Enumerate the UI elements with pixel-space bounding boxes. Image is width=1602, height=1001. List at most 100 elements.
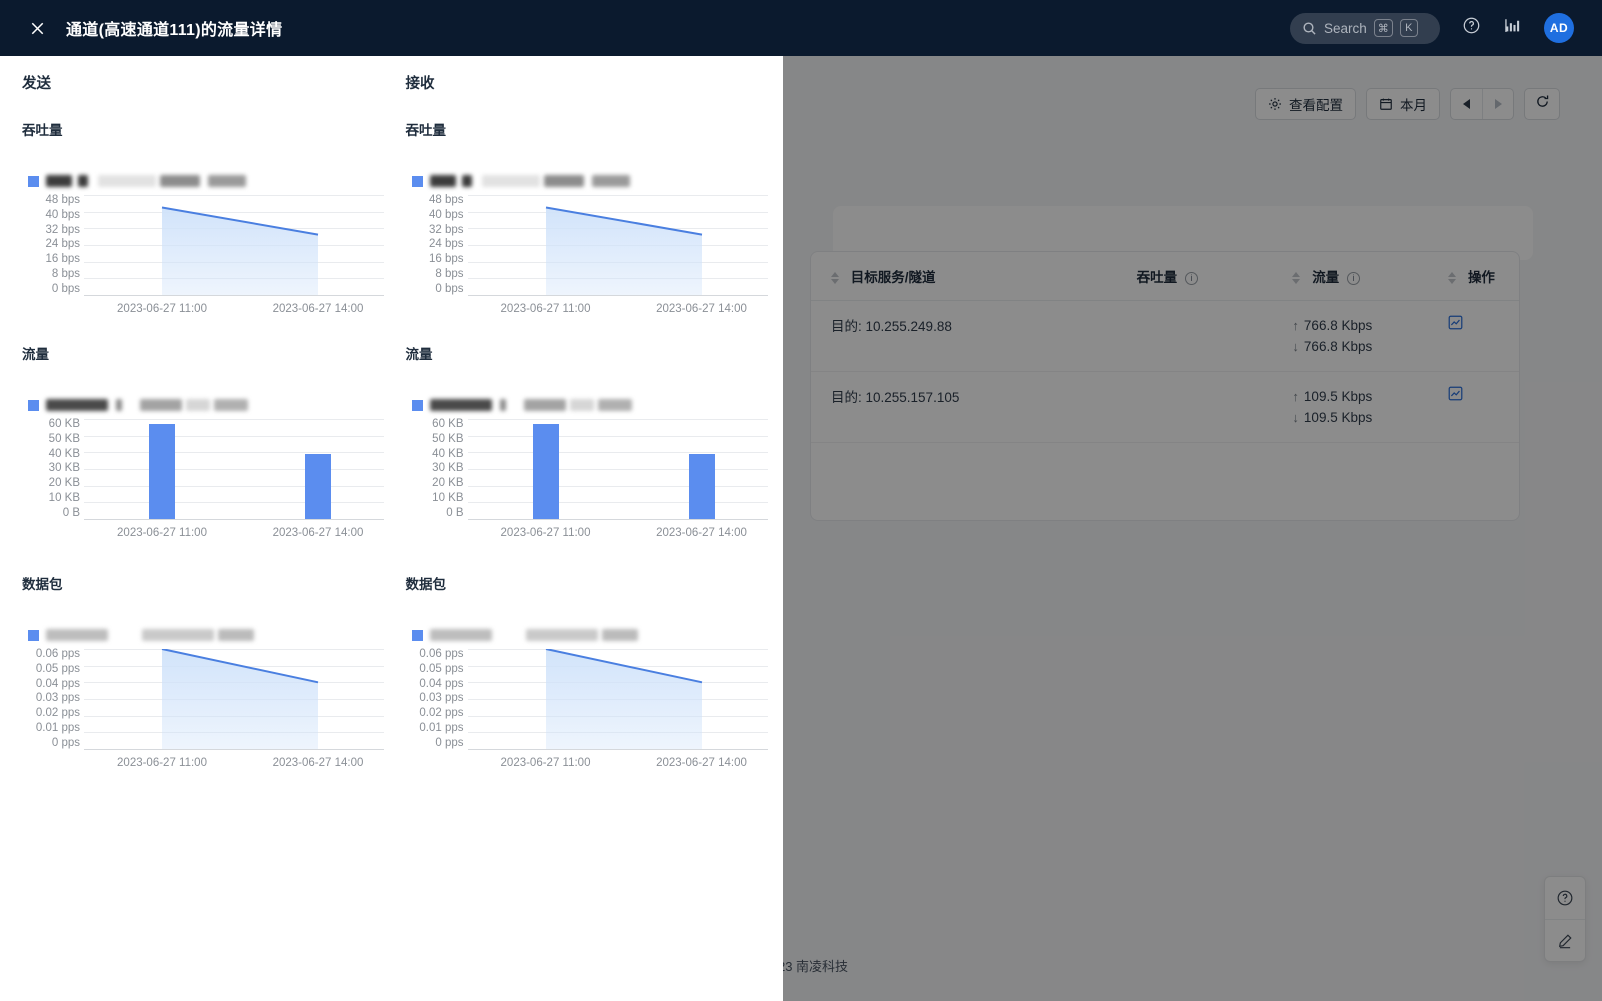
y-tick-label: 30 KB bbox=[432, 462, 464, 475]
chart-series bbox=[149, 424, 331, 519]
legend-color-swatch bbox=[28, 399, 39, 411]
y-axis-labels: 60 KB 50 KB 40 KB 30 KB 20 KB 10 KB 0 B bbox=[22, 418, 80, 519]
bar bbox=[688, 454, 715, 519]
bar bbox=[305, 454, 331, 519]
chart-legend[interactable] bbox=[411, 627, 784, 643]
y-tick-label: 0.03 pps bbox=[419, 692, 464, 705]
area-fill bbox=[545, 649, 702, 749]
y-axis-labels: 48 bps 40 bps 32 bps 24 bps 16 bps 8 bps 0 bps bbox=[406, 194, 464, 295]
y-tick-label: 48 bps bbox=[428, 194, 464, 206]
y-tick-label: 60 KB bbox=[48, 418, 80, 430]
chart-legend[interactable] bbox=[28, 627, 392, 643]
legend-label-redacted bbox=[429, 175, 630, 187]
metric-title-traffic: 流量 bbox=[405, 347, 433, 362]
y-tick-label: 0.02 pps bbox=[419, 707, 464, 719]
x-tick-label: 2023-06-27 14:00 bbox=[656, 303, 747, 315]
direction-title: 发送 bbox=[22, 76, 51, 92]
y-tick-label: 24 bps bbox=[45, 238, 80, 251]
y-tick-label: 50 KB bbox=[432, 432, 464, 445]
y-tick-label: 10 KB bbox=[432, 491, 464, 504]
close-icon bbox=[31, 22, 43, 34]
chart-receive-throughput[interactable]: 48 bps 40 bps 32 bps 24 bps 16 bps 8 bps 0 bps… bbox=[406, 194, 768, 321]
help-button[interactable] bbox=[1462, 16, 1481, 40]
x-tick-label: 2023-06-27 11:00 bbox=[117, 527, 207, 539]
y-tick-label: 0.01 pps bbox=[35, 721, 80, 734]
x-tick-label: 2023-06-27 11:00 bbox=[117, 303, 207, 315]
legend-label-redacted bbox=[429, 629, 638, 641]
chart-series bbox=[532, 424, 715, 519]
metric-title-throughput: 吞吐量 bbox=[405, 123, 447, 138]
panel-column-send: 发送 吞吐量 48 bps 40 bps 32 bps 24 bps 16 bps 8 bps… bbox=[0, 56, 392, 775]
metric-title-packets: 数据包 bbox=[405, 577, 447, 592]
chart-series bbox=[545, 206, 702, 295]
y-tick-label: 0.01 pps bbox=[419, 721, 464, 734]
chart-legend[interactable] bbox=[28, 397, 392, 413]
y-tick-label: 20 KB bbox=[432, 477, 464, 489]
chart-legend[interactable] bbox=[411, 173, 784, 189]
x-tick-label: 2023-06-27 14:00 bbox=[656, 527, 747, 539]
search-icon bbox=[1303, 21, 1316, 35]
search-placeholder: Search bbox=[1324, 20, 1367, 36]
x-tick-label: 2023-06-27 11:00 bbox=[117, 757, 207, 769]
chart-series bbox=[161, 649, 319, 749]
metric-title-packets: 数据包 bbox=[22, 577, 63, 592]
legend-color-swatch bbox=[411, 629, 423, 641]
stats-button[interactable] bbox=[1503, 16, 1522, 40]
page-title: 通道(高速通道111)的流量详情 bbox=[66, 22, 283, 39]
chart-legend[interactable] bbox=[411, 397, 784, 413]
chart-send-traffic[interactable]: 60 KB 50 KB 40 KB 30 KB 20 KB 10 KB 0 B 2023-06… bbox=[22, 418, 384, 545]
header-left-group: 通道(高速通道111)的流量详情 bbox=[0, 16, 282, 40]
x-tick-label: 2023-06-27 11:00 bbox=[500, 303, 591, 315]
bar-chart-icon bbox=[1505, 19, 1520, 32]
y-tick-label: 40 bps bbox=[45, 208, 80, 221]
y-tick-label: 10 KB bbox=[48, 491, 80, 504]
y-tick-label: 50 KB bbox=[48, 432, 80, 445]
y-tick-label: 0 B bbox=[446, 506, 464, 519]
x-tick-label: 2023-06-27 11:00 bbox=[500, 527, 591, 539]
bar bbox=[149, 424, 175, 519]
chart-legend[interactable] bbox=[28, 173, 392, 189]
shortcut-k-key: K bbox=[1399, 19, 1418, 37]
chart-receive-traffic[interactable]: 60 KB 50 KB 40 KB 30 KB 20 KB 10 KB 0 B 2023-06… bbox=[406, 418, 768, 545]
y-tick-label: 0.03 pps bbox=[35, 692, 80, 705]
legend-label-redacted bbox=[46, 629, 254, 641]
y-tick-label: 30 KB bbox=[48, 462, 80, 475]
close-panel-button[interactable] bbox=[26, 17, 48, 39]
y-tick-label: 0.06 pps bbox=[35, 648, 80, 660]
y-tick-label: 0.02 pps bbox=[35, 707, 80, 719]
x-tick-label: 2023-06-27 11:00 bbox=[500, 757, 591, 769]
chart-block-packets: 数据包 0.06 pps 0.05 pps 0.04 pps 0.03 pps 0.02 … bbox=[406, 573, 784, 775]
x-tick-label: 2023-06-27 14:00 bbox=[272, 757, 364, 769]
legend-color-swatch bbox=[411, 399, 423, 411]
y-tick-label: 32 bps bbox=[428, 223, 464, 236]
avatar[interactable]: AD bbox=[1544, 13, 1574, 43]
chart-send-packets[interactable]: 0.06 pps 0.05 pps 0.04 pps 0.03 pps 0.02 pps… bbox=[22, 648, 384, 775]
y-axis-labels: 60 KB 50 KB 40 KB 30 KB 20 KB 10 KB 0 B bbox=[406, 418, 464, 519]
header-right-group: Search ⌘ K AD bbox=[1290, 12, 1602, 44]
y-tick-label: 40 KB bbox=[48, 447, 80, 460]
x-tick-label: 2023-06-27 14:00 bbox=[272, 527, 364, 539]
legend-label-redacted bbox=[46, 399, 248, 411]
chart-receive-packets[interactable]: 0.06 pps 0.05 pps 0.04 pps 0.03 pps 0.02 pps… bbox=[406, 648, 768, 775]
metric-title-traffic: 流量 bbox=[22, 347, 49, 362]
chart-series bbox=[161, 206, 319, 295]
panel-column-receive: 接收吞吐量 48 bps 40 bps 32 bps 24 bps 16 bps 8 bps… bbox=[392, 56, 784, 775]
y-tick-label: 0.05 pps bbox=[35, 662, 80, 675]
metric-title-throughput: 吞吐量 bbox=[22, 123, 63, 138]
y-tick-label: 32 bps bbox=[45, 223, 80, 236]
chart-block-throughput: 吞吐量 48 bps 40 bps 32 bps 24 bps 16 bps 8 bps 0 … bbox=[22, 119, 392, 321]
y-tick-label: 16 bps bbox=[45, 253, 80, 265]
legend-color-swatch bbox=[411, 175, 423, 187]
y-axis-labels: 48 bps 40 bps 32 bps 24 bps 16 bps 8 bps 0 bps bbox=[22, 194, 80, 295]
y-tick-label: 0 pps bbox=[435, 736, 464, 749]
direction-title: 接收 bbox=[405, 76, 435, 92]
legend-color-swatch bbox=[28, 175, 39, 187]
legend-color-swatch bbox=[28, 629, 39, 641]
chart-send-throughput[interactable]: 48 bps 40 bps 32 bps 24 bps 16 bps 8 bps 0 bps… bbox=[22, 194, 384, 321]
y-tick-label: 0.05 pps bbox=[419, 662, 464, 675]
search-input[interactable]: Search ⌘ K bbox=[1290, 12, 1440, 44]
x-tick-label: 2023-06-27 14:00 bbox=[656, 757, 747, 769]
y-tick-label: 8 bps bbox=[435, 267, 464, 280]
y-tick-label: 60 KB bbox=[432, 418, 464, 430]
shortcut-cmd-key: ⌘ bbox=[1373, 19, 1393, 37]
